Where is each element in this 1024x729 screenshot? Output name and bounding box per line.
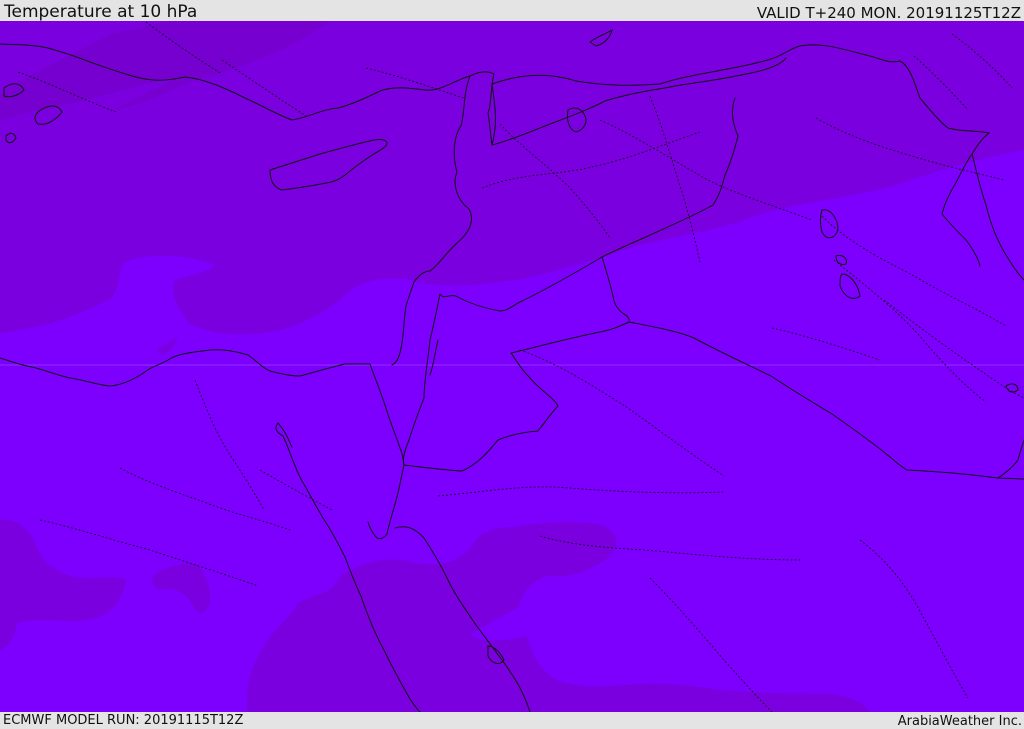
credit-label: ArabiaWeather Inc. [897, 714, 1022, 729]
weather-map-screen: Temperature at 10 hPa VALID T+240 MON. 2… [0, 0, 1024, 729]
model-run-label: ECMWF MODEL RUN: 20191115T12Z [3, 713, 244, 728]
temperature-map [0, 21, 1024, 712]
map-title: Temperature at 10 hPa [4, 2, 198, 22]
valid-time-label: VALID T+240 MON. 20191125T12Z [756, 4, 1021, 22]
